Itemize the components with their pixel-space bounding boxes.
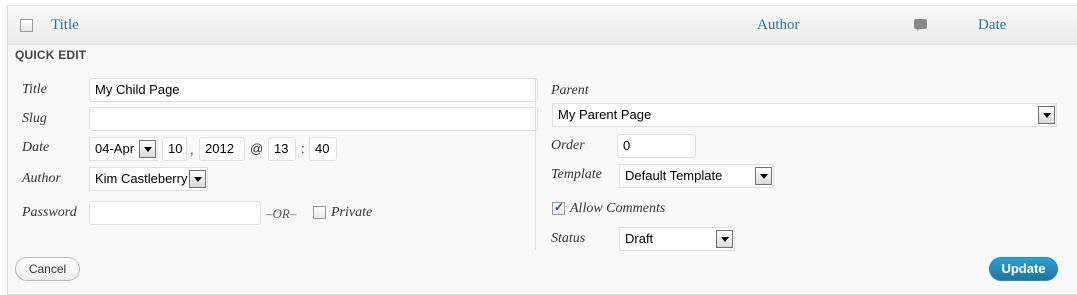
- title-input[interactable]: My Child Page: [89, 78, 538, 102]
- column-divider: [535, 78, 536, 250]
- column-title-header[interactable]: Title: [51, 17, 79, 34]
- slug-label: Slug: [22, 111, 47, 126]
- author-value: Kim Castleberry: [95, 171, 188, 186]
- date-month-value: 04-Apr: [95, 141, 135, 156]
- date-label: Date: [22, 140, 50, 155]
- chevron-down-icon[interactable]: [716, 230, 733, 248]
- password-label: Password: [22, 205, 77, 220]
- or-separator: –OR–: [266, 206, 297, 221]
- date-month-select[interactable]: 04-Apr: [89, 137, 158, 161]
- table-header-row: Title Author Date: [8, 6, 1077, 45]
- date-at-sign: @: [250, 141, 264, 156]
- slug-input[interactable]: [89, 107, 538, 131]
- password-input[interactable]: [89, 201, 261, 225]
- template-value: Default Template: [625, 168, 723, 183]
- template-select[interactable]: Default Template: [619, 164, 774, 188]
- date-comma: ,: [190, 142, 194, 157]
- status-value: Draft: [625, 231, 654, 246]
- private-checkbox[interactable]: [313, 206, 326, 219]
- column-date-header[interactable]: Date: [978, 17, 1006, 34]
- quick-edit-heading: QUICK EDIT: [15, 48, 87, 62]
- status-label: Status: [551, 231, 586, 246]
- template-label: Template: [551, 167, 602, 182]
- update-button[interactable]: Update: [989, 257, 1058, 281]
- parent-select[interactable]: My Parent Page: [552, 103, 1057, 127]
- cancel-button[interactable]: Cancel: [15, 257, 80, 281]
- comment-bubble-icon[interactable]: [914, 19, 927, 31]
- date-colon: :: [301, 141, 305, 156]
- parent-label: Parent: [551, 83, 589, 98]
- date-minute-input[interactable]: 40: [309, 137, 337, 161]
- status-select[interactable]: Draft: [619, 227, 735, 251]
- date-hour-input[interactable]: 13: [268, 137, 296, 161]
- allow-comments-label: Allow Comments: [570, 201, 666, 216]
- chevron-down-icon[interactable]: [139, 140, 156, 158]
- column-author-header: Author: [757, 17, 800, 33]
- chevron-down-icon[interactable]: [755, 167, 772, 185]
- date-year-input[interactable]: 2012: [199, 137, 245, 161]
- select-all-checkbox[interactable]: [20, 19, 33, 32]
- private-label: Private: [331, 205, 373, 220]
- order-label: Order: [551, 138, 585, 153]
- allow-comments-checkbox[interactable]: [552, 200, 565, 215]
- chevron-down-icon[interactable]: [1038, 106, 1055, 124]
- date-day-input[interactable]: 10: [162, 137, 187, 161]
- parent-value: My Parent Page: [558, 107, 652, 122]
- chevron-down-icon[interactable]: [189, 170, 206, 188]
- order-input[interactable]: 0: [617, 134, 696, 158]
- author-label: Author: [22, 171, 61, 186]
- title-label: Title: [22, 82, 47, 97]
- author-select[interactable]: Kim Castleberry: [89, 167, 208, 191]
